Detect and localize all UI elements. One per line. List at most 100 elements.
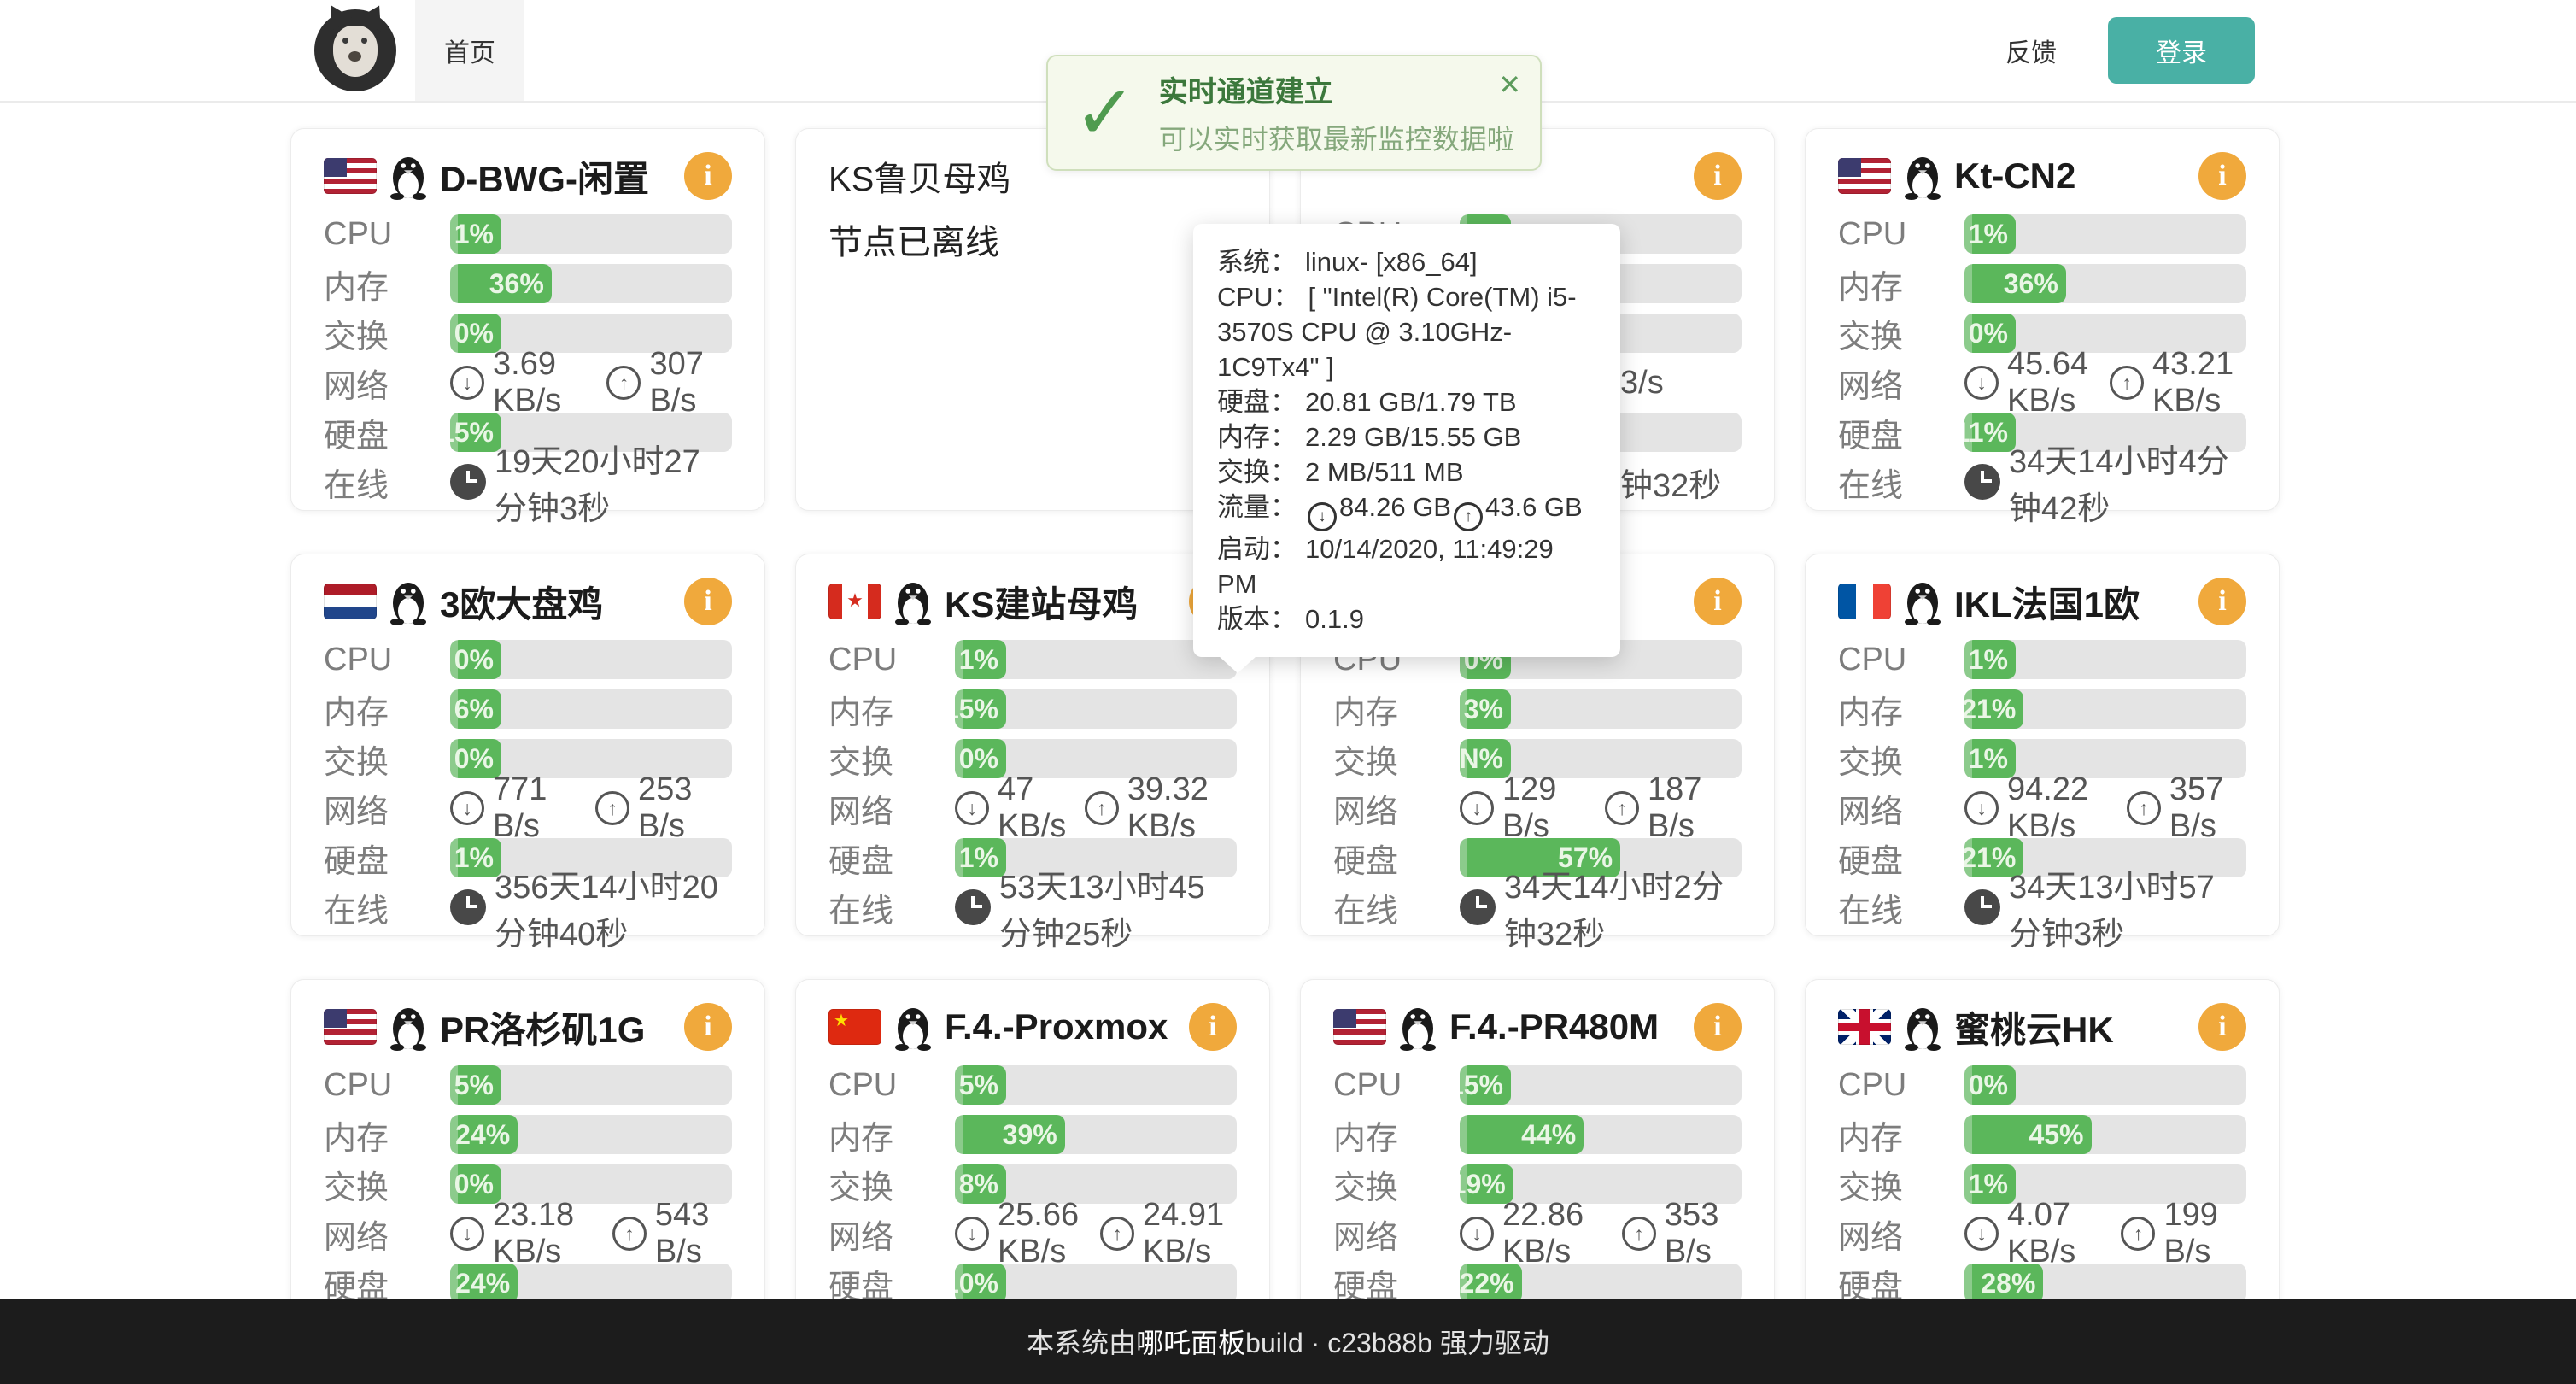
clock-icon: [450, 464, 486, 500]
swap-percent-label: 0%: [454, 1169, 494, 1200]
net-upload-value: 24.91 KB/s: [1143, 1197, 1237, 1270]
info-icon[interactable]: i: [2198, 578, 2246, 625]
stat-row-net: 网络↓47 KB/s↑39.32 KB/s: [828, 789, 1237, 828]
stat-label: 交换: [1838, 310, 1964, 357]
check-icon: ✓: [1074, 75, 1137, 150]
stat-row-online: 在线34天14小时4分钟42秒: [1838, 462, 2246, 501]
stat-label: 网络: [828, 1211, 955, 1258]
tab-home[interactable]: 首页: [415, 0, 524, 101]
cpu-progress-bar: 15%: [1460, 1065, 1742, 1105]
info-icon[interactable]: i: [1694, 1003, 1742, 1051]
stat-row-cpu: CPU0%: [324, 640, 732, 679]
card-header: Kt-CN2 i: [1838, 151, 2246, 201]
disk-progress-fill: 10%: [955, 1264, 1006, 1303]
mem-progress-fill: 6%: [450, 689, 501, 729]
swap-percent-label: 19%: [1460, 1169, 1506, 1200]
mem-percent-label: 21%: [1964, 694, 2016, 725]
server-name: F.4.-Proxmox: [945, 1006, 1168, 1047]
tooltip-row: CPU：[ "Intel(R) Core(TM) i5-3570S CPU @ …: [1217, 279, 1596, 384]
stat-row-net: 网络↓25.66 KB/s↑24.91 KB/s: [828, 1214, 1237, 1253]
swap-percent-label: 0%: [454, 743, 494, 775]
mem-progress-fill: 44%: [1460, 1115, 1584, 1154]
online-value: 34天14小时2分钟32秒: [1460, 860, 1742, 954]
info-icon[interactable]: i: [2198, 1003, 2246, 1051]
cpu-percent-label: 15%: [1460, 1070, 1503, 1101]
stat-row-cpu: CPU1%: [828, 640, 1237, 679]
disk-percent-label: 10%: [955, 1268, 998, 1299]
info-icon[interactable]: i: [1189, 1003, 1237, 1051]
tooltip-row: 系统：linux- [x86_64]: [1217, 244, 1596, 279]
stat-label: CPU: [1333, 1067, 1460, 1104]
linux-penguin-icon: [389, 152, 428, 200]
net-value: ↓3.69 KB/s↑307 B/s: [450, 346, 732, 419]
stat-label: 网络: [324, 360, 450, 407]
server-name: 3欧大盘鸡: [440, 576, 603, 628]
tooltip-label: 版本：: [1217, 604, 1297, 634]
net-value: ↓22.86 KB/s↑353 B/s: [1460, 1197, 1742, 1270]
cpu-percent-label: 5%: [454, 1070, 494, 1101]
net-download-value: 22.86 KB/s: [1502, 1197, 1613, 1270]
upload-arrow-icon: ↑: [1100, 1217, 1134, 1251]
logo-avatar[interactable]: [314, 9, 396, 91]
download-arrow-icon: ↓: [450, 1217, 484, 1251]
mem-percent-label: 6%: [454, 694, 494, 725]
cpu-progress-fill: 0%: [1964, 1065, 2016, 1105]
tooltip-row: 硬盘：20.81 GB/1.79 TB: [1217, 384, 1596, 419]
card-header: F.4.-PR480M i: [1333, 1002, 1742, 1052]
login-button[interactable]: 登录: [2108, 17, 2255, 84]
server-name: KS建站母鸡: [945, 576, 1138, 628]
net-value: ↓94.22 KB/s↑357 B/s: [1964, 771, 2246, 845]
stat-row-cpu: CPU15%: [1333, 1065, 1742, 1105]
linux-penguin-icon: [1903, 1003, 1942, 1051]
upload-arrow-icon: ↑: [2127, 791, 2161, 825]
net-download-value: 3.69 KB/s: [493, 346, 598, 419]
stat-row-mem: 内存39%: [828, 1115, 1237, 1154]
cpu-percent-label: 1%: [1969, 644, 2008, 676]
cpu-progress-fill: 1%: [955, 640, 1006, 679]
nezha-panel-link[interactable]: 哪吒面板: [1136, 1322, 1245, 1361]
mem-progress-fill: 45%: [1964, 1115, 2092, 1154]
stat-row-mem: 内存15%: [828, 689, 1237, 729]
stat-label: 硬盘: [1333, 835, 1460, 882]
info-icon[interactable]: i: [1694, 578, 1742, 625]
mem-progress-fill: 21%: [1964, 689, 2023, 729]
online-value: 356天14小时20分钟40秒: [450, 860, 732, 954]
net-upload-value: 43.21 KB/s: [2152, 346, 2246, 419]
stat-rows: CPU15%内存44%交换19%网络↓22.86 KB/s↑353 B/s硬盘2…: [1333, 1065, 1742, 1303]
mem-progress-fill: 36%: [450, 264, 552, 303]
info-icon[interactable]: i: [684, 1003, 732, 1051]
tooltip-value: 2.29 GB/15.55 GB: [1305, 422, 1521, 452]
net-value: ↓4.07 KB/s↑199 B/s: [1964, 1197, 2246, 1270]
stat-label: 内存: [828, 686, 955, 733]
info-icon[interactable]: i: [684, 578, 732, 625]
stat-row-online: 在线34天13小时57分钟3秒: [1838, 888, 2246, 927]
stat-label: 交换: [1838, 1161, 1964, 1208]
upload-arrow-icon: ↑: [606, 366, 641, 400]
card-header: 蜜桃云HK i: [1838, 1002, 2246, 1052]
linux-penguin-icon: [1903, 152, 1942, 200]
mem-progress-bar: 21%: [1964, 689, 2246, 729]
upload-arrow-icon: ↑: [1605, 791, 1639, 825]
swap-percent-label: NaN%: [1460, 743, 1503, 775]
disk-percent-label: 22%: [1460, 1268, 1514, 1299]
server-name: IKL法国1欧: [1954, 576, 2140, 628]
stat-label: CPU: [1838, 216, 1964, 253]
cpu-percent-label: 0%: [1969, 1070, 2008, 1101]
tooltip-label: 交换：: [1217, 457, 1297, 487]
stat-label: 内存: [324, 261, 450, 308]
close-icon[interactable]: ✕: [1498, 68, 1521, 101]
feedback-link[interactable]: 反馈: [2005, 32, 2057, 69]
info-icon[interactable]: i: [2198, 152, 2246, 200]
stat-rows: CPU5%内存24%交换0%网络↓23.18 KB/s↑543 B/s硬盘24%: [324, 1065, 732, 1303]
clock-icon: [955, 889, 991, 925]
disk-percent-label: 24%: [455, 1268, 510, 1299]
tooltip-row: 版本：0.1.9: [1217, 601, 1596, 636]
info-icon[interactable]: i: [684, 152, 732, 200]
card-header: D-BWG-闲置 i: [324, 151, 732, 201]
card-header: F.4.-Proxmox i: [828, 1002, 1237, 1052]
stat-label: 硬盘: [324, 409, 450, 456]
uptime-value: 34天13小时57分钟3秒: [2009, 860, 2246, 954]
offline-message: 节点已离线: [828, 214, 1237, 264]
info-icon[interactable]: i: [1694, 152, 1742, 200]
server-card: IKL法国1欧 i CPU1%内存21%交换1%网络↓94.22 KB/s↑35…: [1805, 554, 2280, 936]
